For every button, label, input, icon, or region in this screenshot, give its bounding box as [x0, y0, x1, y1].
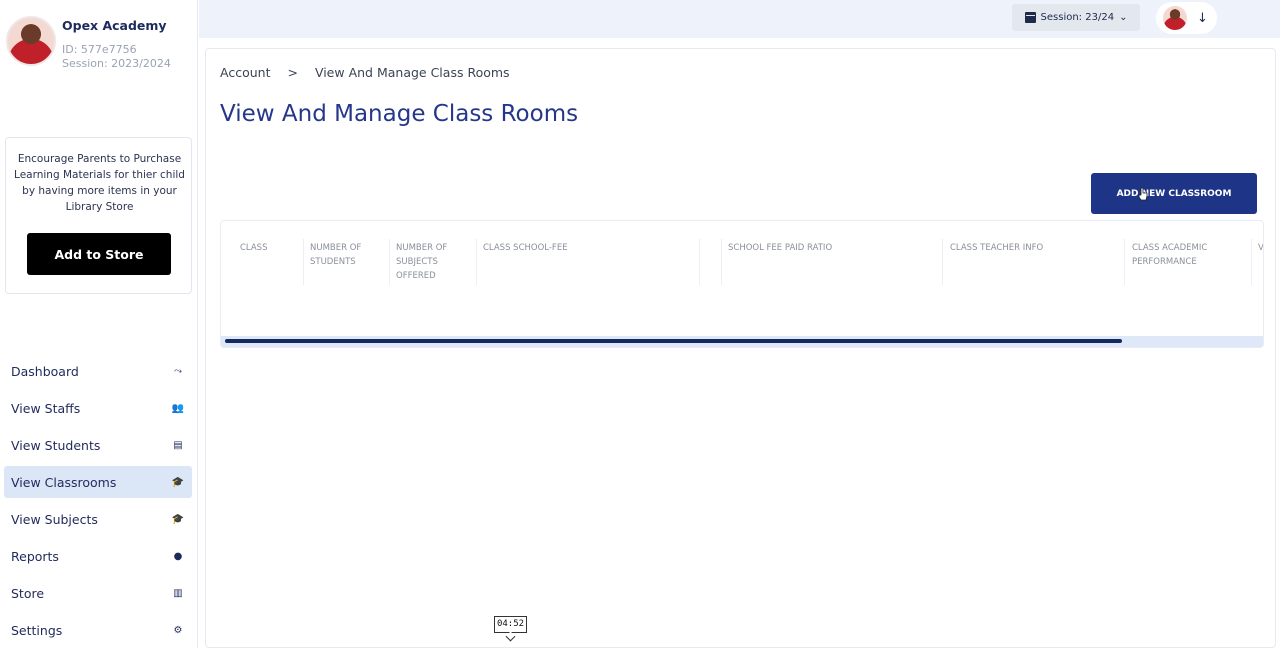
id-card-icon: ▤ [173, 439, 183, 451]
avatar [1163, 6, 1187, 30]
add-to-store-button[interactable]: Add to Store [27, 233, 171, 275]
sidebar-item-store[interactable]: Store ▥ [4, 577, 192, 609]
breadcrumb-current: View And Manage Class Rooms [314, 65, 510, 80]
column-divider [721, 239, 722, 285]
sidebar-item-reports[interactable]: Reports ● [4, 540, 192, 572]
sidebar-item-dashboard[interactable]: Dashboard ⤳ [4, 355, 192, 387]
chart-icon: ⤳ [174, 365, 182, 377]
column-header-truncated: V [1258, 243, 1264, 253]
sidebar-item-view-students[interactable]: View Students ▤ [4, 429, 192, 461]
main-panel: Account > View And Manage Class Rooms Vi… [205, 48, 1276, 648]
calendar-icon [1024, 12, 1036, 23]
column-header-class: CLASS [240, 243, 268, 253]
scrollbar-thumb[interactable] [225, 339, 1122, 343]
sidebar-item-label: View Students [11, 437, 101, 453]
column-header-class-teacher-info: CLASS TEACHER INFO [950, 243, 1044, 253]
sidebar-item-view-subjects[interactable]: View Subjects 🎓 [4, 503, 192, 535]
gear-icon: ⚙ [173, 624, 183, 636]
promo-text: Encourage Parents to Purchase Learning M… [14, 153, 185, 213]
sidebar-item-label: View Classrooms [11, 474, 117, 490]
breadcrumb: Account > View And Manage Class Rooms [220, 65, 510, 80]
app-root: Opex Academy ID: 577e7756 Session: 2023/… [0, 0, 1280, 648]
column-header-school-fee-paid-ratio: SCHOOL FEE PAID RATIO [728, 243, 833, 253]
column-divider [699, 239, 700, 285]
column-header-number-of-students: NUMBER OF STUDENTS [310, 243, 362, 267]
column-divider [1124, 239, 1125, 285]
column-header-class-academic-performance: CLASS ACADEMIC PERFORMANCE [1132, 243, 1208, 267]
horizontal-scrollbar[interactable] [221, 336, 1263, 347]
store-icon: ▥ [173, 587, 183, 599]
top-bar: Session: 23/24 ⌄ ↓ [199, 0, 1280, 38]
sidebar-item-label: View Subjects [11, 511, 98, 527]
sidebar-nav: Dashboard ⤳ View Staffs 👥 View Students … [4, 355, 192, 648]
sidebar-item-label: Store [11, 585, 45, 601]
org-name: Opex Academy [62, 18, 167, 33]
sidebar-item-label: View Staffs [11, 400, 81, 416]
sidebar-item-settings[interactable]: Settings ⚙ [4, 614, 192, 646]
profile-block: Opex Academy ID: 577e7756 Session: 2023/… [6, 16, 196, 76]
graduation-cap-icon: 🎓 [171, 513, 185, 525]
user-menu[interactable]: ↓ [1156, 2, 1217, 34]
session-label: Session: 23/24 [1040, 12, 1115, 23]
column-divider [1251, 239, 1252, 285]
column-header-class-school-fee: CLASS SCHOOL-FEE [483, 243, 568, 253]
column-divider [942, 239, 943, 285]
column-divider [389, 239, 390, 285]
sidebar: Opex Academy ID: 577e7756 Session: 2023/… [0, 0, 198, 648]
session-selector[interactable]: Session: 23/24 ⌄ [1012, 4, 1140, 31]
chevron-down-icon: ⌄ [1119, 12, 1128, 23]
org-session: Session: 2023/2024 [62, 57, 171, 70]
breadcrumb-separator: > [287, 65, 298, 80]
column-divider [476, 239, 477, 285]
page-title: View And Manage Class Rooms [220, 101, 579, 127]
column-divider [303, 239, 304, 285]
table-header: CLASS NUMBER OF STUDENTS NUMBER OF SUBJE… [221, 221, 1264, 336]
classrooms-table: CLASS NUMBER OF STUDENTS NUMBER OF SUBJE… [220, 220, 1264, 348]
sidebar-item-label: Settings [11, 622, 63, 638]
sidebar-item-label: Dashboard [11, 363, 79, 379]
breadcrumb-root[interactable]: Account [220, 65, 270, 80]
arrow-down-icon: ↓ [1197, 10, 1208, 26]
promo-card: Encourage Parents to Purchase Learning M… [5, 137, 192, 294]
users-icon: 👥 [171, 402, 185, 414]
mouse-cursor-icon [1138, 187, 1148, 201]
add-new-classroom-button[interactable]: ADD NEW CLASSROOM [1091, 173, 1257, 214]
timestamp-tooltip: 04:52 [494, 616, 527, 633]
sidebar-item-view-staffs[interactable]: View Staffs 👥 [4, 392, 192, 424]
sidebar-item-view-classrooms[interactable]: View Classrooms 🎓 [4, 466, 192, 498]
avatar [6, 16, 56, 66]
org-id: ID: 577e7756 [62, 43, 137, 56]
graduation-cap-icon: 🎓 [171, 476, 185, 488]
column-header-number-of-subjects: NUMBER OF SUBJECTS OFFERED [396, 243, 448, 281]
info-icon: ● [173, 550, 183, 562]
sidebar-item-label: Reports [11, 548, 59, 564]
